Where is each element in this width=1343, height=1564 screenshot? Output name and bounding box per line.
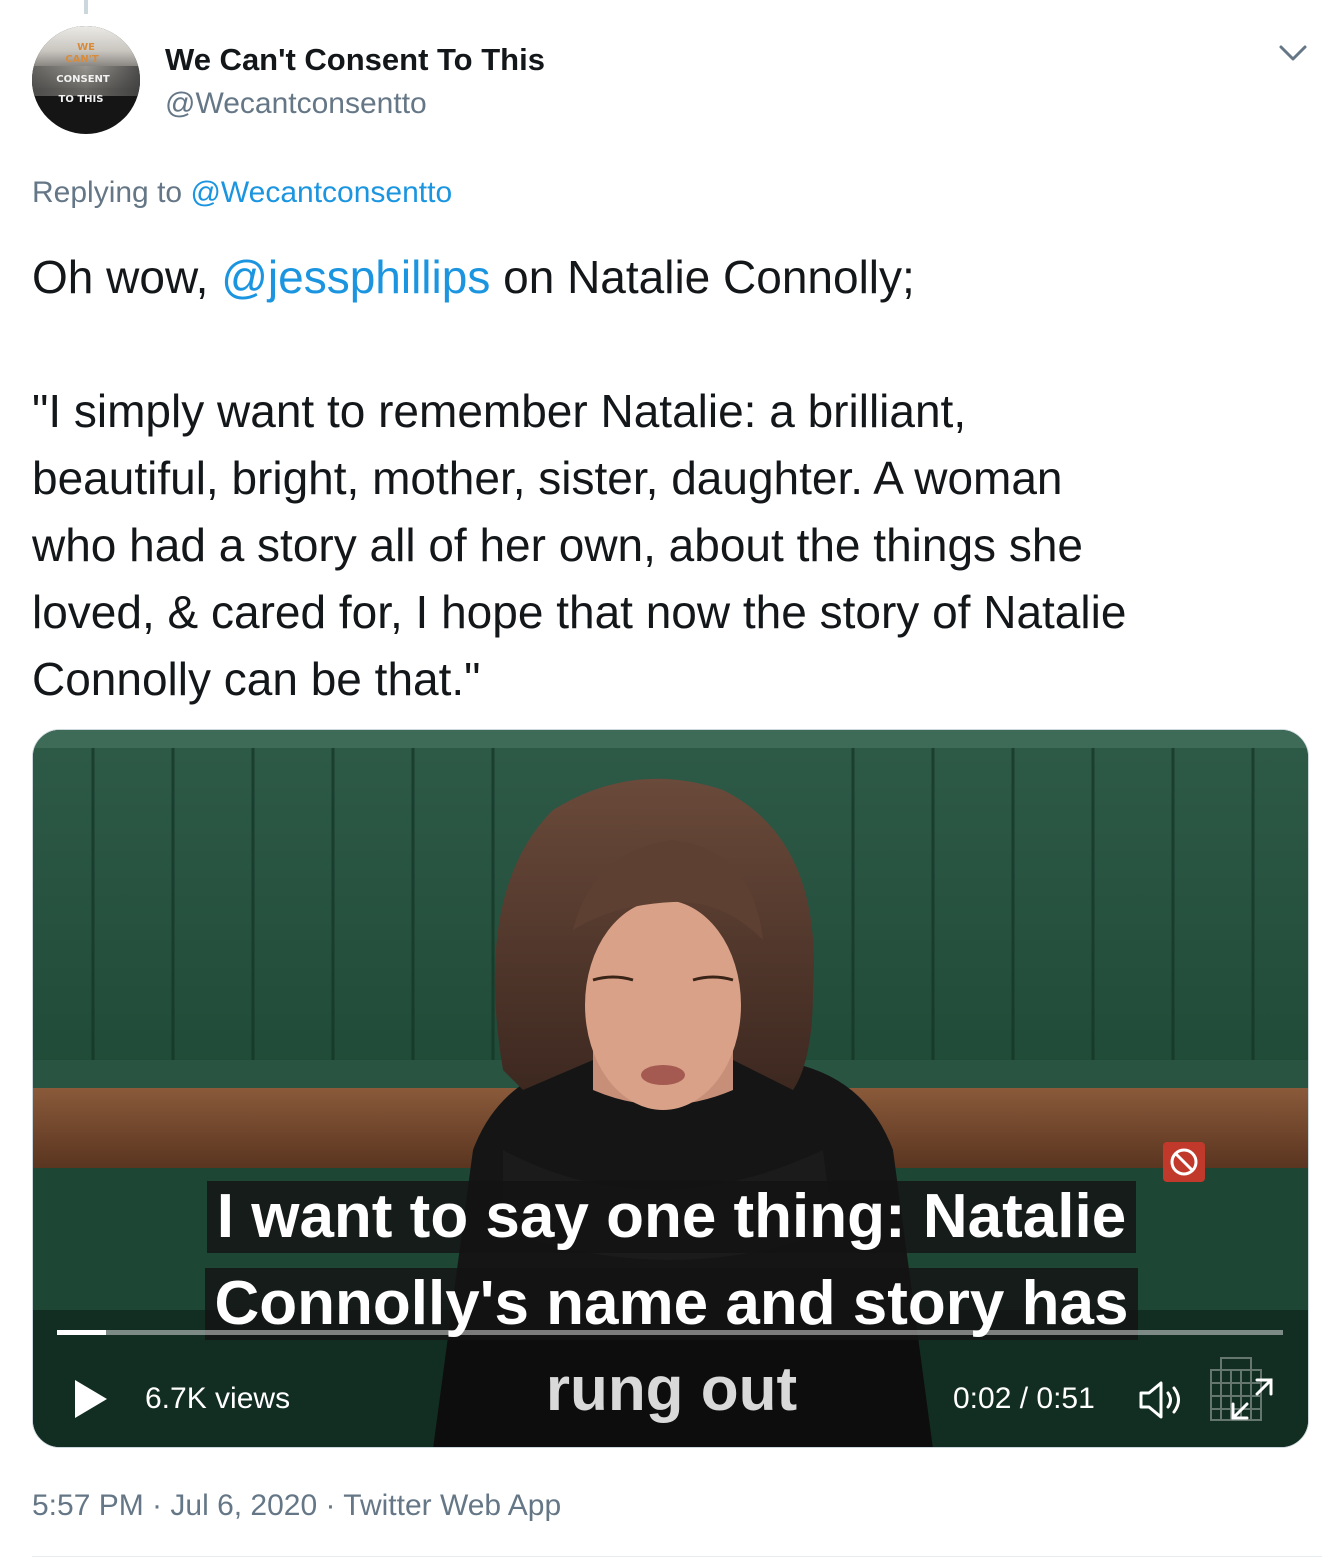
video-progress-fill bbox=[57, 1330, 107, 1335]
video-caption-line-1: I want to say one thing: Natalie bbox=[33, 1181, 1308, 1253]
mention-link[interactable]: @jessphillips bbox=[221, 251, 490, 303]
avatar-text-line: WE bbox=[77, 42, 95, 53]
video-frame bbox=[33, 730, 1308, 1447]
tweet-text-line: Oh wow, @jessphillips on Natalie Connoll… bbox=[32, 244, 1322, 311]
author-handle[interactable]: @Wecantconsentto bbox=[165, 87, 427, 121]
avatar-logo-text: WE CAN'T CONSENT TO THIS bbox=[32, 42, 140, 106]
tweet-timestamp[interactable]: 5:57 PM · Jul 6, 2020 · Twitter Web App bbox=[32, 1489, 561, 1523]
caret-down-icon[interactable] bbox=[1277, 40, 1309, 66]
caption-text: rung out bbox=[545, 1355, 798, 1424]
author-avatar[interactable]: WE CAN'T CONSENT TO THIS bbox=[32, 26, 140, 134]
video-progress-bar[interactable] bbox=[57, 1330, 1283, 1335]
video-view-count: 6.7K views bbox=[145, 1382, 291, 1415]
play-icon[interactable] bbox=[73, 1378, 109, 1420]
thread-connector-line bbox=[84, 0, 88, 14]
replying-to-line: Replying to @Wecantconsentto bbox=[32, 176, 452, 210]
tweet-text-spacer bbox=[32, 311, 1322, 378]
tweet-text: Oh wow, @jessphillips on Natalie Connoll… bbox=[32, 244, 1322, 713]
replying-to-handle-link[interactable]: @Wecantconsentto bbox=[190, 176, 452, 209]
divider bbox=[32, 1556, 1322, 1557]
quote-line: who had a story all of her own, about th… bbox=[32, 519, 1083, 571]
author-display-name[interactable]: We Can't Consent To This bbox=[165, 42, 545, 78]
avatar-text-line: CONSENT bbox=[56, 74, 110, 85]
quote-line: beautiful, bright, mother, sister, daugh… bbox=[32, 452, 1063, 504]
tweet-text-segment: Oh wow, bbox=[32, 251, 222, 303]
volume-icon[interactable] bbox=[1137, 1378, 1187, 1422]
caption-text: I want to say one thing: Natalie bbox=[206, 1181, 1137, 1253]
quote-line: loved, & cared for, I hope that now the … bbox=[32, 586, 1127, 638]
avatar-text-line: TO THIS bbox=[58, 94, 104, 105]
fullscreen-icon[interactable] bbox=[1229, 1376, 1275, 1422]
avatar-text-line: CAN'T bbox=[65, 54, 99, 65]
quote-line: Connolly can be that." bbox=[32, 653, 481, 705]
tweet-text-segment: on Natalie Connolly; bbox=[490, 251, 915, 303]
video-time: 0:02 / 0:51 bbox=[953, 1382, 1095, 1415]
video-player[interactable]: I want to say one thing: Natalie Connoll… bbox=[32, 729, 1309, 1448]
replying-to-label: Replying to bbox=[32, 176, 183, 209]
quote-line: "I simply want to remember Natalie: a br… bbox=[32, 385, 967, 437]
